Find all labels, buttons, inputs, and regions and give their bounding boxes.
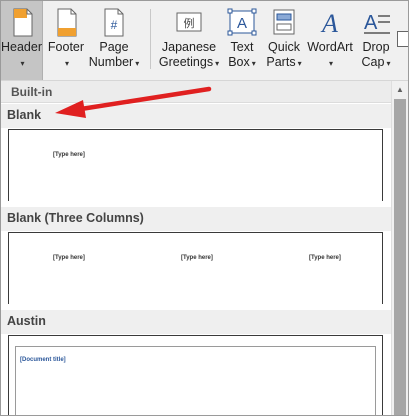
hash-symbol: # <box>111 18 118 32</box>
quick-parts-button[interactable]: Quick Parts ▾ <box>263 1 305 80</box>
placeholder-text: [Type here] <box>309 255 341 261</box>
header-gallery: Built-in Blank [Type here] Blank (Three … <box>1 81 391 415</box>
header-option-blank-three-columns[interactable]: [Type here] [Type here] [Type here] <box>8 232 383 304</box>
drop-cap-icon: A <box>360 7 392 37</box>
drop-cap-button[interactable]: A Drop Cap ▾ <box>357 1 395 80</box>
japanese-greetings-label-line1: Japanese <box>161 40 217 54</box>
text-box-button[interactable]: A Text Box ▾ <box>223 1 261 80</box>
header-dropdown-window: Header ▾ Footer ▾ # Page Number ▾ 例 Japa… <box>0 0 409 416</box>
text-box-label-line2: Box <box>228 55 250 69</box>
footer-button-label: Footer <box>47 40 85 54</box>
scroll-up-icon[interactable]: ▲ <box>392 81 408 98</box>
chevron-down-icon: ▾ <box>328 59 333 68</box>
quick-parts-icon <box>268 7 300 37</box>
quick-parts-label-line1: Quick <box>268 40 300 54</box>
placeholder-text: [Type here] <box>53 255 85 261</box>
entry-label-blank-three-columns: Blank (Three Columns) <box>7 211 144 225</box>
text-box-label-line1: Text <box>230 40 254 54</box>
page-number-label-line1: Page <box>99 40 129 54</box>
wordart-label: WordArt <box>307 40 353 54</box>
placeholder-text: [Type here] <box>181 255 213 261</box>
partial-ribbon-icon <box>397 31 408 47</box>
header-button-label: Header <box>1 40 42 54</box>
ribbon: Header ▾ Footer ▾ # Page Number ▾ 例 Japa… <box>1 1 408 81</box>
japanese-greetings-label-line2: Greetings <box>158 55 214 69</box>
svg-text:A: A <box>364 12 378 34</box>
text-box-icon: A <box>226 7 258 37</box>
quick-parts-label-line2: Parts <box>266 55 296 69</box>
japanese-greetings-icon: 例 <box>173 7 205 37</box>
drop-cap-label-line2: Cap <box>361 55 385 69</box>
page-number-icon: # <box>98 7 130 37</box>
drop-cap-label-line1: Drop <box>362 40 390 54</box>
header-icon <box>6 7 38 37</box>
wordart-glyph: A <box>320 9 338 37</box>
page-number-button[interactable]: # Page Number ▾ <box>87 1 141 80</box>
header-button[interactable]: Header ▾ <box>1 1 43 80</box>
chevron-down-icon: ▾ <box>251 59 256 68</box>
entry-band <box>1 310 391 334</box>
chevron-down-icon: ▾ <box>297 59 302 68</box>
chevron-down-icon: ▾ <box>64 59 69 68</box>
chevron-down-icon: ▾ <box>386 59 391 68</box>
section-header-built-in: Built-in <box>1 81 391 103</box>
wordart-icon: A <box>314 7 346 38</box>
entry-label-blank: Blank <box>7 108 42 122</box>
chevron-down-icon: ▾ <box>20 59 25 68</box>
japanese-greetings-button[interactable]: 例 Japanese Greetings ▾ <box>157 1 221 80</box>
austin-frame: [Document title] <box>15 346 376 415</box>
footer-icon <box>50 7 82 37</box>
placeholder-text: [Document title] <box>20 357 66 363</box>
vertical-scrollbar[interactable]: ▲ <box>391 81 408 415</box>
placeholder-text: [Type here] <box>53 152 85 158</box>
page-number-label-line2: Number <box>88 55 134 69</box>
entry-label-austin: Austin <box>7 314 46 328</box>
entry-band <box>1 104 391 128</box>
header-option-blank[interactable]: [Type here] <box>8 129 383 201</box>
japanese-glyph: 例 <box>184 16 195 30</box>
wordart-button[interactable]: A WordArt ▾ <box>305 1 355 80</box>
ribbon-separator <box>150 9 151 69</box>
header-option-austin[interactable]: [Document title] <box>8 335 383 415</box>
chevron-down-icon: ▾ <box>215 59 220 68</box>
footer-button[interactable]: Footer ▾ <box>45 1 87 80</box>
chevron-down-icon: ▾ <box>135 59 140 68</box>
scroll-thumb[interactable] <box>394 99 406 415</box>
text-box-glyph: A <box>237 15 247 32</box>
